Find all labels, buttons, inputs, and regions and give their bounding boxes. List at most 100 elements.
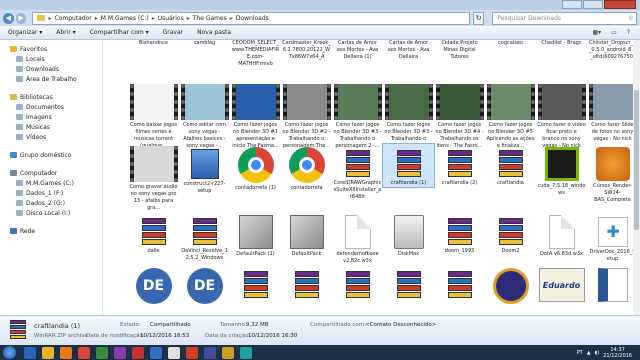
- explorer-icon[interactable]: [42, 346, 54, 359]
- nav-item[interactable]: Dados_1 (F:): [0, 188, 102, 198]
- clock[interactable]: 14:37 21/12/2016: [603, 347, 632, 359]
- nav-item[interactable]: M.M.Games (C:): [0, 178, 102, 188]
- file-item[interactable]: Como editar com sony vegas - Atalhos bas…: [179, 82, 230, 150]
- file-item[interactable]: CEODOM_SELECT_www.THEMEDIAFIRE.com-MATHH…: [230, 40, 281, 68]
- minimize-button[interactable]: [562, 0, 582, 9]
- nav-item[interactable]: Locais: [0, 54, 102, 64]
- scrollbar-thumb[interactable]: [634, 90, 639, 230]
- file-item[interactable]: DE: [179, 265, 230, 306]
- nav-group-header[interactable]: Bibliotecas: [0, 92, 102, 102]
- nav-group-header[interactable]: Grupo doméstico: [0, 150, 102, 160]
- file-item[interactable]: DotA v6.83d.w3x: [536, 212, 587, 258]
- file-item[interactable]: cuda_7.5.18_windows: [536, 144, 587, 197]
- file-item[interactable]: Cidade Projeto Minas Digital Tutores: [434, 40, 485, 61]
- nav-item[interactable]: Downloads: [0, 64, 102, 74]
- media-player-icon[interactable]: [60, 346, 72, 359]
- chevron-right-icon[interactable]: ▸: [152, 15, 155, 22]
- language-indicator[interactable]: PT: [577, 350, 583, 356]
- new-folder-button[interactable]: Nova pasta: [197, 29, 231, 36]
- nav-item[interactable]: Vídeos: [0, 132, 102, 142]
- nav-item[interactable]: Dados_2 (G:): [0, 198, 102, 208]
- file-item[interactable]: Bishandnce: [128, 40, 179, 47]
- refresh-button[interactable]: ↻: [472, 11, 485, 25]
- burn-button[interactable]: Gravar: [163, 29, 184, 36]
- file-item[interactable]: craftlandia (2): [434, 144, 485, 187]
- file-item[interactable]: Como fazer jogos no Blender 3D #2 - Trab…: [281, 82, 332, 150]
- file-item[interactable]: Doom2: [485, 212, 536, 255]
- file-item[interactable]: Como fazer o video ficar preto e branco …: [536, 82, 587, 150]
- nav-item[interactable]: Imagens: [0, 112, 102, 122]
- file-item[interactable]: contadorrefa (1): [230, 144, 281, 192]
- file-item[interactable]: Como fazer jogos no Blender 3D #1 aprese…: [230, 82, 281, 150]
- nav-group-header[interactable]: Favoritos: [0, 44, 102, 54]
- file-item[interactable]: dalle: [128, 212, 179, 255]
- breadcrumb-item[interactable]: The Games: [193, 15, 227, 22]
- help-icon[interactable]: ?: [627, 29, 630, 36]
- nav-item[interactable]: Disco Local (I:): [0, 208, 102, 218]
- app-icon[interactable]: [204, 346, 216, 359]
- nav-item[interactable]: Área de Trabalho: [0, 74, 102, 84]
- file-item[interactable]: [485, 265, 536, 306]
- chevron-right-icon[interactable]: ▸: [48, 15, 51, 22]
- file-item[interactable]: defendemofbase v2.82c.w3x: [332, 212, 383, 265]
- app-icon[interactable]: [240, 346, 252, 359]
- file-item[interactable]: camblag: [179, 40, 230, 47]
- file-item[interactable]: Chitstar_Dropscr_v_0.5.0_android_8.0_ult…: [587, 40, 633, 61]
- chevron-right-icon[interactable]: ▸: [95, 15, 98, 22]
- file-item[interactable]: cogcalseo: [485, 40, 536, 47]
- start-button[interactable]: [3, 346, 16, 359]
- close-button[interactable]: [604, 0, 636, 9]
- app-icon[interactable]: [150, 346, 162, 359]
- file-item[interactable]: ✚ DriverDoc_2016_Setup: [587, 212, 633, 263]
- file-item[interactable]: contadorrefa: [281, 144, 332, 192]
- file-item[interactable]: [281, 265, 332, 301]
- back-button[interactable]: ◀: [3, 12, 14, 24]
- file-item[interactable]: [332, 265, 383, 301]
- file-item[interactable]: DefaultPack: [281, 212, 332, 258]
- breadcrumb-item[interactable]: M.M.Games (C:): [101, 15, 149, 22]
- vertical-scrollbar[interactable]: [633, 40, 640, 315]
- chevron-right-icon[interactable]: ▸: [187, 15, 190, 22]
- file-item[interactable]: [230, 265, 281, 301]
- file-item[interactable]: Chedilet - Bragc: [536, 40, 587, 47]
- ie-icon[interactable]: [24, 346, 36, 359]
- file-item[interactable]: doom_1993: [434, 212, 485, 255]
- maximize-button[interactable]: [583, 0, 603, 9]
- file-item[interactable]: Como fazer Slide de fotos no sony vegas …: [587, 82, 633, 143]
- chevron-right-icon[interactable]: ▸: [230, 15, 233, 22]
- breadcrumb-item[interactable]: Downloads: [236, 15, 269, 22]
- view-options-icon[interactable]: ▦▾: [592, 29, 601, 36]
- network-tray-icon[interactable]: ▲: [587, 350, 591, 356]
- organize-button[interactable]: Organizar ▾: [8, 29, 42, 36]
- file-item[interactable]: [383, 265, 434, 301]
- file-item[interactable]: craftlandia (1): [382, 143, 435, 188]
- file-item[interactable]: Como fazer jogos no Blender 3D #3 - Trab…: [332, 82, 383, 150]
- file-item[interactable]: Cardmaster_Kreek_6.1.7800.20122_W7x86W7x…: [281, 40, 332, 61]
- open-button[interactable]: Abrir ▾: [56, 29, 75, 36]
- chrome-taskbar-icon[interactable]: [78, 346, 90, 359]
- breadcrumb-item[interactable]: Computador: [54, 15, 91, 22]
- app-icon[interactable]: [96, 346, 108, 359]
- file-item[interactable]: DaVinci_Resolve_12.5.2_Windows: [179, 212, 230, 262]
- app-icon[interactable]: [168, 346, 180, 359]
- breadcrumb[interactable]: ▸ Computador ▸ M.M.Games (C:) ▸ Usuários ▸ The …: [32, 11, 470, 25]
- nav-item[interactable]: Documentos: [0, 102, 102, 112]
- file-item[interactable]: DiskMax: [383, 212, 434, 258]
- forward-button[interactable]: ▶: [15, 12, 27, 24]
- file-item[interactable]: Como fazer jogos no Blender 3D #5 Aplica…: [485, 82, 536, 150]
- file-item[interactable]: [434, 265, 485, 301]
- file-item[interactable]: Como fazer jogos no Blender 3D #4 - Trab…: [434, 82, 485, 150]
- file-item[interactable]: Cursos_Render-SW14-BAS_Complete: [587, 144, 633, 204]
- file-item[interactable]: Como baixar jogos filmes series e musica…: [128, 82, 179, 150]
- share-button[interactable]: Compartilhar com ▾: [90, 29, 149, 36]
- file-item[interactable]: construct2-r227-setup: [179, 144, 230, 195]
- app-icon[interactable]: [114, 346, 126, 359]
- nav-group-header[interactable]: Computador: [0, 168, 102, 178]
- file-item[interactable]: DE: [128, 265, 179, 306]
- breadcrumb-item[interactable]: Usuários: [158, 15, 184, 22]
- file-item[interactable]: Como fazer jogos no Blender 3D #3 - Trab…: [383, 82, 434, 150]
- preview-pane-icon[interactable]: ▭: [611, 29, 617, 36]
- app-icon[interactable]: [132, 346, 144, 359]
- file-item[interactable]: Cartas de Amor aos Mortos - Ava Dellaira: [383, 40, 434, 61]
- nav-group-header[interactable]: Rede: [0, 226, 102, 236]
